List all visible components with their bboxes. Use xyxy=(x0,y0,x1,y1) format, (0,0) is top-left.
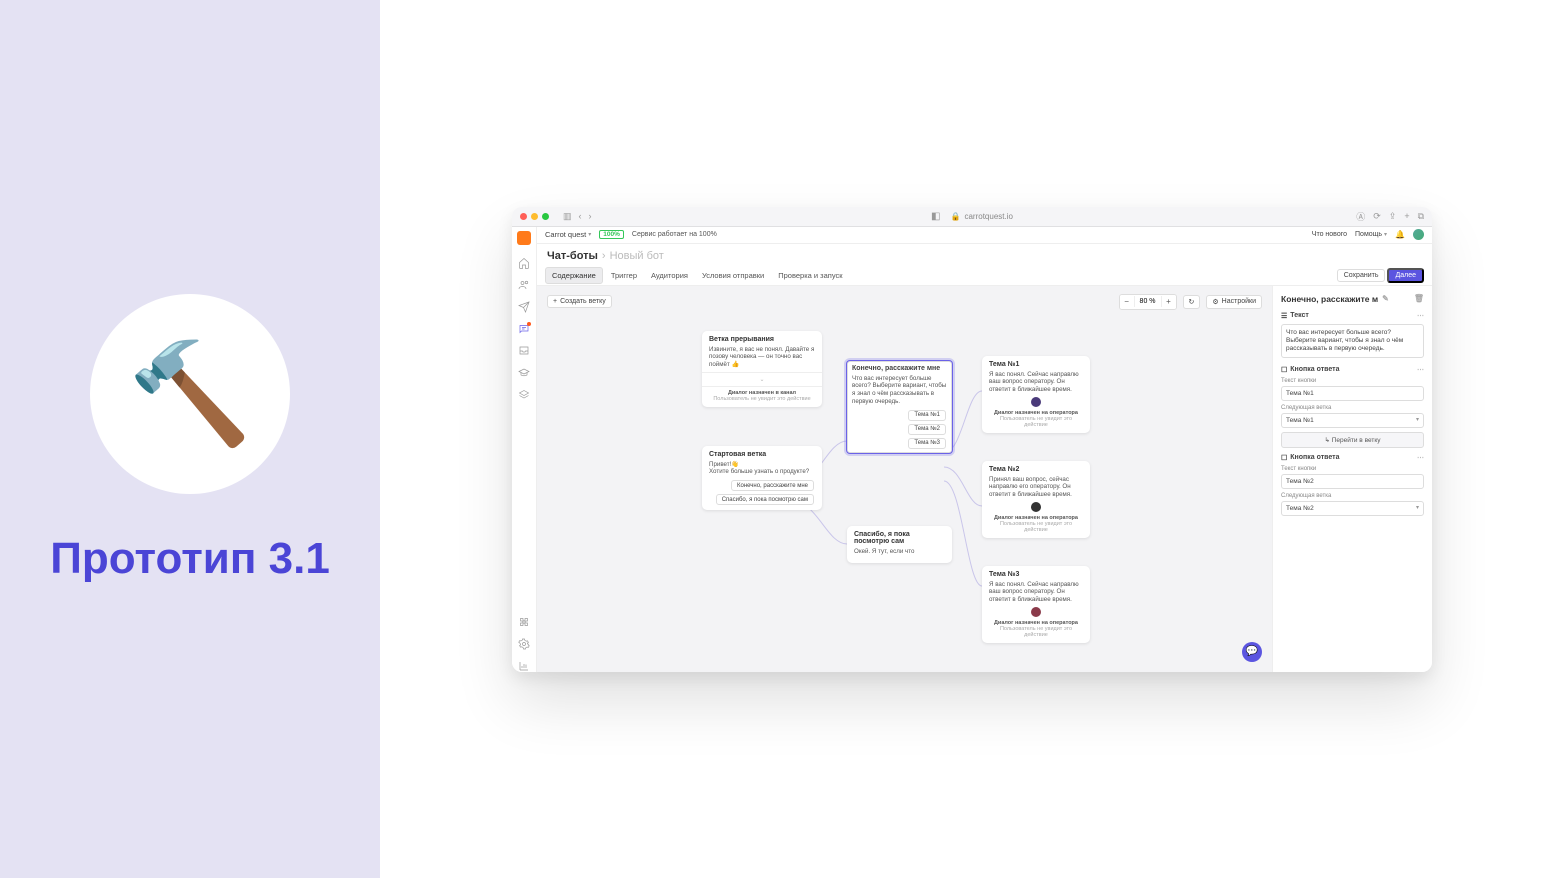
chatbot-icon[interactable] xyxy=(518,323,530,335)
breadcrumb-current: Новый бот xyxy=(610,250,664,262)
side-rail xyxy=(512,227,537,672)
back-icon[interactable]: ‹ xyxy=(579,211,582,221)
minimize-icon[interactable] xyxy=(531,213,538,220)
settings-icon[interactable] xyxy=(518,638,530,650)
btn2-text-input[interactable] xyxy=(1281,474,1424,489)
canvas-toolbar: + Создать ветку − 80 % + ↻ ⚙ Настройки xyxy=(547,294,1262,310)
app: Carrot quest▾ 100% Сервис работает на 10… xyxy=(512,227,1432,672)
chat-fab[interactable]: 💬 xyxy=(1242,642,1262,662)
section-text-icon: ☰ xyxy=(1281,312,1287,320)
btn1-text-input[interactable] xyxy=(1281,386,1424,401)
node-tell[interactable]: Конечно, расскажите мне Что вас интересу… xyxy=(847,361,952,453)
share-icon[interactable]: ⇪ xyxy=(1389,211,1397,222)
btn2-next-select[interactable] xyxy=(1281,501,1424,516)
sidebar-toggle-icon[interactable]: ▥ xyxy=(563,211,572,222)
subnav: Содержание Триггер Аудитория Условия отп… xyxy=(537,266,1432,286)
node-thanks[interactable]: Спасибо, я пока посмотрю сам Окей. Я тут… xyxy=(847,526,952,564)
section-btn2-icon: ☐ xyxy=(1281,454,1287,462)
zoom-in-button[interactable]: + xyxy=(1162,295,1176,309)
browser-chrome: ▥ ‹ › ◧ 🔒 carrotquest.io Ⓐ ⟳ ⇪ + ⧉ xyxy=(512,207,1432,227)
goto-branch-button-1[interactable]: ↳ Перейти в ветку xyxy=(1281,432,1424,448)
tab-audience[interactable]: Аудитория xyxy=(645,268,694,283)
node-topic-3[interactable]: Тема №3 Я вас понял. Сейчас направлю ваш… xyxy=(982,566,1090,643)
maximize-icon[interactable] xyxy=(542,213,549,220)
new-tab-icon[interactable]: + xyxy=(1404,211,1409,221)
operator-avatar-icon xyxy=(1031,397,1041,407)
breadcrumb: Чат-боты › Новый бот xyxy=(537,244,1432,266)
tabs-icon[interactable]: ⧉ xyxy=(1418,211,1424,222)
operator-avatar-icon xyxy=(1031,502,1041,512)
tab-launch[interactable]: Проверка и запуск xyxy=(772,268,848,283)
save-button[interactable]: Сохранить xyxy=(1337,269,1386,282)
presentation-stage: ▥ ‹ › ◧ 🔒 carrotquest.io Ⓐ ⟳ ⇪ + ⧉ xyxy=(380,0,1564,878)
node-topic-2[interactable]: Тема №2 Принял ваш вопрос, сейчас направ… xyxy=(982,461,1090,538)
node-break[interactable]: Ветка прерывания Извините, я вас не поня… xyxy=(702,331,822,407)
connection-wires xyxy=(537,286,1272,672)
tab-content[interactable]: Содержание xyxy=(545,267,603,284)
layers-icon[interactable] xyxy=(518,389,530,401)
canvas-settings-button[interactable]: ⚙ Настройки xyxy=(1206,295,1262,309)
address-bar[interactable]: 🔒 carrotquest.io xyxy=(951,212,1013,221)
node-topic-1[interactable]: Тема №1 Я вас понял. Сейчас направлю ваш… xyxy=(982,356,1090,433)
node-start-btn1[interactable]: Конечно, расскажите мне xyxy=(731,480,814,491)
tab-trigger[interactable]: Триггер xyxy=(605,268,643,283)
shield-icon[interactable]: ◧ xyxy=(931,211,940,222)
inspector-title: Конечно, расскажите м xyxy=(1281,294,1378,304)
lock-icon: 🔒 xyxy=(951,212,961,221)
account-picker[interactable]: Carrot quest▾ xyxy=(545,230,591,239)
uptime-badge: 100% xyxy=(599,230,624,239)
main-area: Carrot quest▾ 100% Сервис работает на 10… xyxy=(537,227,1432,672)
section-btn1-icon: ☐ xyxy=(1281,366,1287,374)
browser-window: ▥ ‹ › ◧ 🔒 carrotquest.io Ⓐ ⟳ ⇪ + ⧉ xyxy=(512,207,1432,672)
zoom-value: 80 % xyxy=(1134,296,1162,307)
chart-icon[interactable] xyxy=(518,660,530,672)
notifications-icon[interactable]: 🔔 xyxy=(1395,230,1405,239)
education-icon[interactable] xyxy=(518,367,530,379)
translate-icon[interactable]: Ⓐ xyxy=(1356,210,1365,223)
delete-node-icon[interactable]: 🗑 xyxy=(1414,294,1424,303)
home-icon[interactable] xyxy=(518,257,530,269)
edit-title-icon[interactable]: ✎ xyxy=(1382,294,1389,303)
node-start-btn2[interactable]: Спасибо, я пока посмотрю сам xyxy=(716,494,814,505)
forward-icon[interactable]: › xyxy=(589,211,592,221)
workspace: + Создать ветку − 80 % + ↻ ⚙ Настройки xyxy=(537,286,1432,672)
hammer-icon: 🔨 xyxy=(90,294,290,494)
brand-logo[interactable] xyxy=(517,231,531,245)
presentation-side-panel: 🔨 Прототип 3.1 xyxy=(0,0,380,878)
node-tell-btn2[interactable]: Тема №2 xyxy=(908,424,946,435)
close-icon[interactable] xyxy=(520,213,527,220)
app-topbar: Carrot quest▾ 100% Сервис работает на 10… xyxy=(537,227,1432,244)
whats-new-link[interactable]: Что нового xyxy=(1312,231,1347,238)
inspector-panel: Конечно, расскажите м ✎ 🗑 ☰Текст⋯ ☐Кнопк… xyxy=(1272,286,1432,672)
node-tell-btn1[interactable]: Тема №1 xyxy=(908,410,946,421)
operator-avatar-icon xyxy=(1031,607,1041,617)
node-text-input[interactable] xyxy=(1281,324,1424,358)
section-btn1-more[interactable]: ⋯ xyxy=(1417,366,1424,374)
zoom-out-button[interactable]: − xyxy=(1120,295,1134,309)
flow-canvas[interactable]: + Создать ветку − 80 % + ↻ ⚙ Настройки xyxy=(537,286,1272,672)
breadcrumb-root[interactable]: Чат-боты xyxy=(547,250,598,262)
traffic-lights xyxy=(520,213,549,220)
section-text-more[interactable]: ⋯ xyxy=(1417,312,1424,320)
presentation-title: Прототип 3.1 xyxy=(50,534,330,584)
avatar[interactable] xyxy=(1413,229,1424,240)
url-text: carrotquest.io xyxy=(964,212,1012,221)
reload-icon[interactable]: ⟳ xyxy=(1373,211,1381,222)
tab-conditions[interactable]: Условия отправки xyxy=(696,268,770,283)
status-text: Сервис работает на 100% xyxy=(632,231,717,238)
section-btn2-more[interactable]: ⋯ xyxy=(1417,454,1424,462)
btn1-next-select[interactable] xyxy=(1281,413,1424,428)
reset-view-button[interactable]: ↻ xyxy=(1183,295,1201,309)
node-start[interactable]: Стартовая ветка Привет!👋 Хотите больше у… xyxy=(702,446,822,511)
inbox-icon[interactable] xyxy=(518,345,530,357)
create-branch-button[interactable]: + Создать ветку xyxy=(547,295,612,308)
node-tell-btn3[interactable]: Тема №3 xyxy=(908,438,946,449)
users-icon[interactable] xyxy=(518,279,530,291)
puzzle-icon[interactable] xyxy=(518,616,530,628)
send-icon[interactable] xyxy=(518,301,530,313)
help-link[interactable]: Помощь ▾ xyxy=(1355,231,1387,238)
next-button[interactable]: Далее xyxy=(1387,268,1424,283)
zoom-control: − 80 % + xyxy=(1119,294,1177,310)
